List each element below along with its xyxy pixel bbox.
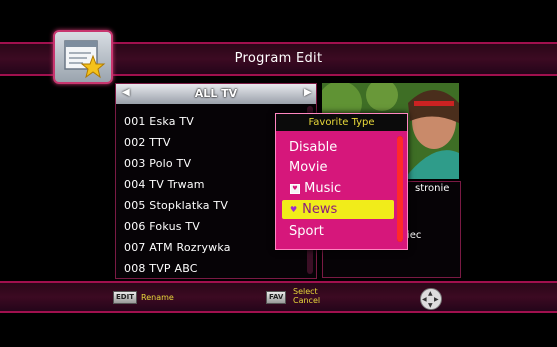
option-sport[interactable]: Sport <box>282 222 394 241</box>
option-label: Music <box>304 181 342 196</box>
channel-row[interactable]: 003 Polo TV <box>124 157 191 171</box>
option-label: Sport <box>289 224 324 239</box>
nav-down-icon: ▼ <box>428 302 433 309</box>
group-name: ALL TV <box>194 87 238 100</box>
dpad-icon: ▲ ▼ ◀ ▶ <box>420 288 442 310</box>
channel-row[interactable]: 004 TV Trwam <box>124 178 205 192</box>
favorite-type-popup: Favorite Type Disable Movie ♥ Music ♥ Ne… <box>275 113 408 250</box>
cancel-label: Cancel <box>293 296 321 305</box>
nav-up-icon: ▲ <box>428 290 433 297</box>
channel-row[interactable]: 006 Fokus TV <box>124 220 200 234</box>
info-text: iec <box>407 230 422 241</box>
heart-icon: ♥ <box>290 183 300 194</box>
option-disable[interactable]: Disable <box>282 138 394 157</box>
channel-row[interactable]: 008 TVP ABC <box>124 262 198 276</box>
fav-key[interactable]: FAV <box>266 291 287 304</box>
select-label: Select <box>293 287 318 296</box>
popup-title: Favorite Type <box>276 114 407 131</box>
option-label: Movie <box>289 160 328 175</box>
channel-row[interactable]: 005 Stopklatka TV <box>124 199 228 213</box>
program-edit-icon <box>53 30 113 84</box>
info-text: stronie <box>415 183 450 194</box>
heart-icon: ♥ <box>290 204 298 214</box>
option-music[interactable]: ♥ Music <box>282 179 394 198</box>
nav-right-icon: ▶ <box>434 296 439 303</box>
arrow-right-icon[interactable]: ▶ <box>304 87 312 98</box>
channel-row[interactable]: 001 Eska TV <box>124 115 194 129</box>
nav-left-icon: ◀ <box>422 296 427 303</box>
footer-bar: EDIT Rename FAV Select Cancel ▲ ▼ ◀ ▶ <box>0 281 557 313</box>
option-label: News <box>302 202 338 217</box>
edit-key[interactable]: EDIT <box>113 291 137 304</box>
option-label: Disable <box>289 140 338 155</box>
option-movie[interactable]: Movie <box>282 158 394 177</box>
option-news[interactable]: ♥ News <box>282 200 394 219</box>
channel-row[interactable]: 002 TTV <box>124 136 171 150</box>
group-selector[interactable]: ◀ ALL TV ▶ <box>116 84 316 104</box>
rename-label: Rename <box>141 293 174 302</box>
popup-scroll-thumb[interactable] <box>397 136 403 242</box>
channel-row[interactable]: 007 ATM Rozrywka <box>124 241 231 255</box>
